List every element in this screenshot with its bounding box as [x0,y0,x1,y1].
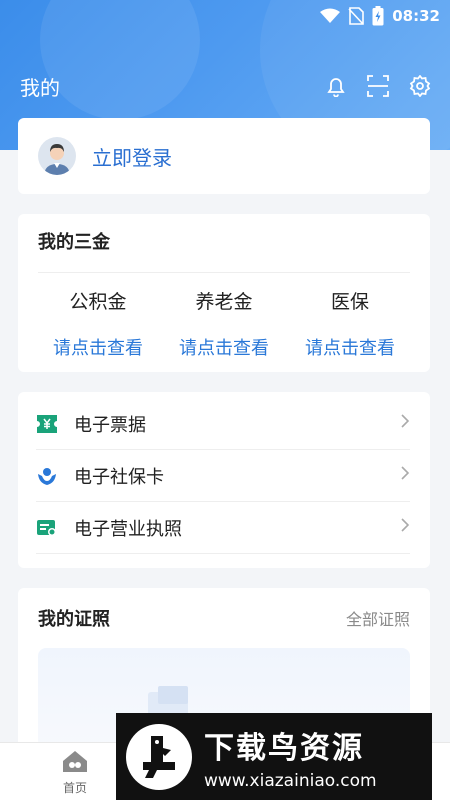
bell-icon[interactable] [324,74,348,98]
business-license-icon [36,517,58,539]
bird-logo-icon [126,723,192,790]
avatar [38,137,76,175]
nav-home-label: 首页 [62,781,87,795]
battery-icon [372,6,384,26]
fund-name: 医保 [330,291,369,313]
social-security-icon [36,465,58,487]
gear-icon[interactable] [408,74,432,98]
chevron-right-icon [400,465,410,486]
fund-view-link[interactable]: 请点击查看 [290,334,410,360]
fund-item-housing[interactable]: 公积金 请点击查看 [38,287,158,360]
fund-name: 公积金 [69,291,127,313]
list-item-e-social-card[interactable]: 电子社保卡 [36,450,410,502]
watermark-banner: 下载鸟资源 www.xiazainiao.com [116,713,432,800]
status-time: 08:32 [392,7,440,25]
home-icon [63,751,87,772]
scan-icon[interactable] [366,74,390,98]
chevron-right-icon [400,517,410,538]
licenses-title: 我的证照 [38,609,110,630]
fund-item-pension[interactable]: 养老金 请点击查看 [164,287,284,360]
page-title: 我的 [20,75,60,100]
login-link[interactable]: 立即登录 [92,142,172,171]
list-item-label: 电子票据 [74,414,146,436]
chevron-right-icon [400,413,410,434]
list-item-e-receipt[interactable]: 电子票据 [36,398,410,450]
login-card[interactable]: 立即登录 [18,118,430,194]
top-bar: 我的 [0,68,450,104]
services-list-card: 电子票据 电子社保卡 电子营业执照 [18,392,430,568]
no-sim-icon [348,7,365,25]
all-licenses-link[interactable]: 全部证照 [346,606,410,630]
ticket-icon [36,413,58,435]
list-item-label: 电子营业执照 [74,518,182,540]
three-funds-title: 我的三金 [38,214,410,273]
three-funds-card: 我的三金 公积金 请点击查看 养老金 请点击查看 医保 请点击查看 [18,214,430,372]
watermark-title: 下载鸟资源 [204,730,364,766]
fund-item-medical[interactable]: 医保 请点击查看 [290,287,410,360]
fund-view-link[interactable]: 请点击查看 [38,334,158,360]
status-bar: 08:32 [0,0,450,32]
list-item-e-business-license[interactable]: 电子营业执照 [36,502,410,554]
watermark-url: www.xiazainiao.com [204,770,377,791]
wifi-icon [320,8,341,24]
nav-home[interactable]: 首页 [52,749,98,796]
list-item-label: 电子社保卡 [74,466,164,488]
fund-name: 养老金 [195,291,253,313]
fund-view-link[interactable]: 请点击查看 [164,334,284,360]
